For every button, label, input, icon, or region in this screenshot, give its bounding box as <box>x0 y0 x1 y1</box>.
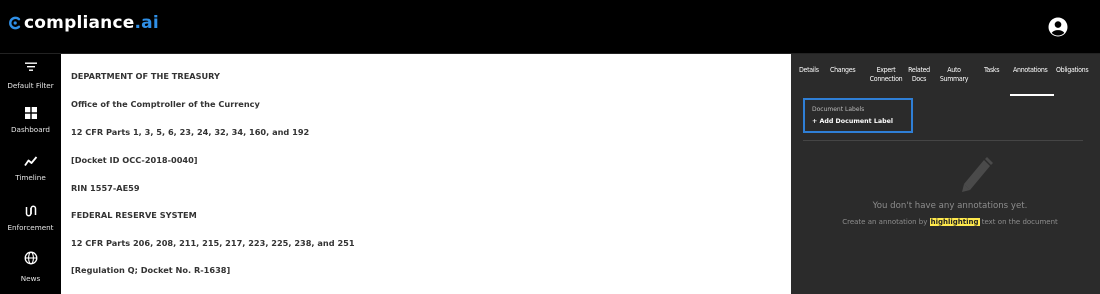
add-document-label-button[interactable]: + Add Document Label <box>812 118 893 125</box>
annotations-panel: Details Changes Expert Connection Relate… <box>791 54 1100 294</box>
document-line: 12 CFR Parts 206, 208, 211, 215, 217, 22… <box>71 238 355 248</box>
tab-details[interactable]: Details <box>799 66 819 75</box>
brand-logo[interactable]: compliance .ai <box>8 13 159 33</box>
sidebar-item-label: Timeline <box>15 173 46 182</box>
logo-mark-icon <box>9 16 21 30</box>
document-labels-box: Document Labels + Add Document Label <box>803 98 913 133</box>
hint-text-after: text on the document <box>979 218 1058 226</box>
document-line: FEDERAL RESERVE SYSTEM <box>71 210 197 220</box>
sidebar-item-label: Default Filter <box>7 81 54 90</box>
sidebar-item-dashboard[interactable]: Dashboard <box>0 106 61 134</box>
top-bar: compliance .ai <box>0 0 1100 54</box>
tab-label: Docs <box>911 75 927 83</box>
sidebar-item-default-filter[interactable]: Default Filter <box>0 60 61 90</box>
tab-changes[interactable]: Changes <box>830 66 856 75</box>
brand-suffix: .ai <box>134 13 159 33</box>
tab-related-docs[interactable]: Related Docs <box>908 66 930 84</box>
annotation-hint: Create an annotation by highlighting tex… <box>791 218 1100 226</box>
hint-text-before: Create an annotation by <box>842 218 930 226</box>
divider <box>803 140 1083 141</box>
tab-label: Auto <box>947 66 961 74</box>
tab-expert-connection[interactable]: Expert Connection <box>869 66 903 84</box>
brand-name: compliance <box>24 13 135 33</box>
tab-label: Tasks <box>984 66 1000 74</box>
sidebar-item-label: Enforcement <box>7 223 54 232</box>
sidebar-item-enforcement[interactable]: Enforcement <box>0 204 61 232</box>
empty-annotations-message: You don't have any annotations yet. <box>872 201 1028 211</box>
tab-label: Details <box>799 66 819 74</box>
document-line: 12 CFR Parts 1, 3, 5, 6, 23, 24, 32, 34,… <box>71 127 310 137</box>
highlight-keyword: highlighting <box>929 218 980 226</box>
globe-icon <box>24 251 37 265</box>
sidebar-nav: Default Filter Dashboard Timeline Enforc… <box>0 54 61 294</box>
document-line: Office of the Comptroller of the Currenc… <box>71 99 260 109</box>
document-line: DEPARTMENT OF THE TREASURY <box>71 71 220 81</box>
document-viewer[interactable]: DEPARTMENT OF THE TREASURY Office of the… <box>61 54 791 294</box>
tab-label: Annotations <box>1013 66 1048 74</box>
tab-label: Expert <box>876 66 896 74</box>
timeline-icon <box>23 156 37 167</box>
document-line: RIN 1557-AE59 <box>71 183 140 193</box>
tab-label: Obligations <box>1056 66 1089 74</box>
sidebar-item-timeline[interactable]: Timeline <box>0 154 61 182</box>
tab-obligations[interactable]: Obligations <box>1056 66 1089 75</box>
tab-auto-summary[interactable]: Auto Summary <box>939 66 969 84</box>
tab-label: Related <box>908 66 930 74</box>
tab-label: Summary <box>939 75 969 83</box>
user-account-icon[interactable] <box>1048 17 1068 37</box>
dashboard-icon <box>24 107 37 119</box>
document-line: [Regulation Q; Docket No. R-1638] <box>71 265 231 275</box>
filter-icon <box>24 62 37 71</box>
active-tab-indicator <box>1010 94 1054 96</box>
tab-annotations[interactable]: Annotations <box>1013 66 1048 75</box>
tab-tasks[interactable]: Tasks <box>984 66 1000 75</box>
tab-label: Connection <box>869 75 903 83</box>
tab-label: Changes <box>830 66 856 74</box>
document-line: [Docket ID OCC-2018-0040] <box>71 155 198 165</box>
sidebar-item-label: News <box>20 274 41 283</box>
sidebar-item-news[interactable]: News <box>0 251 61 283</box>
document-labels-title: Document Labels <box>812 106 865 113</box>
pencil-icon <box>962 157 993 192</box>
panel-tabs: Details Changes Expert Connection Relate… <box>791 54 1100 96</box>
enforcement-icon <box>25 205 36 217</box>
sidebar-item-label: Dashboard <box>11 125 50 134</box>
